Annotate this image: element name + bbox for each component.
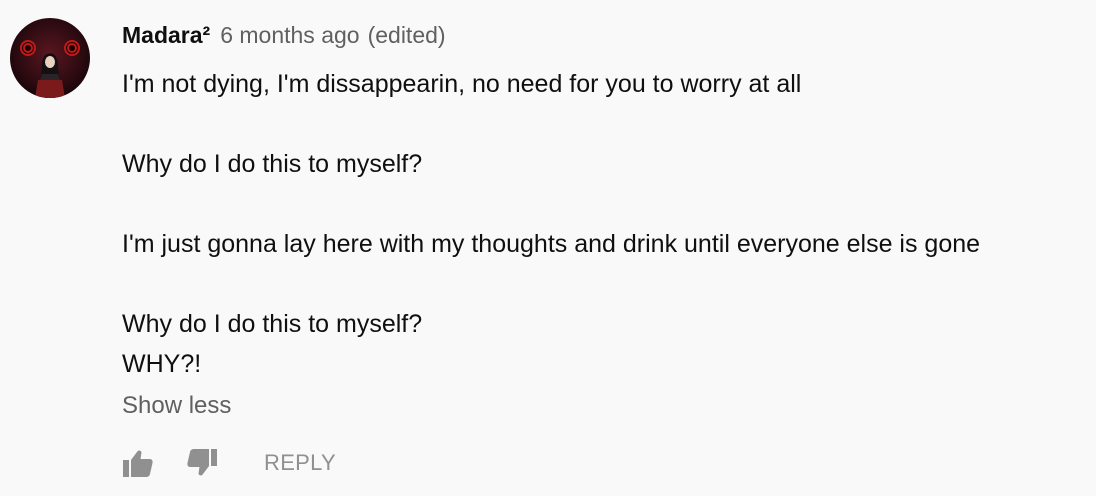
comment-line: WHY?! <box>122 350 202 378</box>
comment-blank-line <box>122 264 1086 304</box>
comment-actions: REPLY <box>122 444 336 482</box>
reply-button[interactable]: REPLY <box>264 450 336 476</box>
comment-blank-line <box>122 104 1086 144</box>
show-less-button[interactable]: Show less <box>122 390 231 422</box>
comment-body: I'm not dying, I'm dissappearin, no need… <box>122 64 1086 384</box>
dislike-button[interactable] <box>186 447 218 479</box>
comment-line: Why do I do this to myself? <box>122 310 423 338</box>
comment-blank-line <box>122 184 1086 224</box>
comment-line: I'm not dying, I'm dissappearin, no need… <box>122 70 802 98</box>
like-button[interactable] <box>122 447 154 479</box>
comment: Madara² 6 months ago (edited) I'm not dy… <box>122 18 1086 422</box>
comment-header: Madara² 6 months ago (edited) <box>122 18 1086 52</box>
avatar-image <box>10 18 90 98</box>
comment-timestamp[interactable]: 6 months ago <box>220 22 359 49</box>
comment-line: Why do I do this to myself? <box>122 150 423 178</box>
comment-line: I'm just gonna lay here with my thoughts… <box>122 230 981 258</box>
author-name[interactable]: Madara² <box>122 22 210 49</box>
thumbs-down-icon <box>187 449 217 476</box>
edited-label: (edited) <box>367 21 446 48</box>
avatar[interactable] <box>10 18 90 98</box>
thumbs-up-icon <box>123 450 153 477</box>
